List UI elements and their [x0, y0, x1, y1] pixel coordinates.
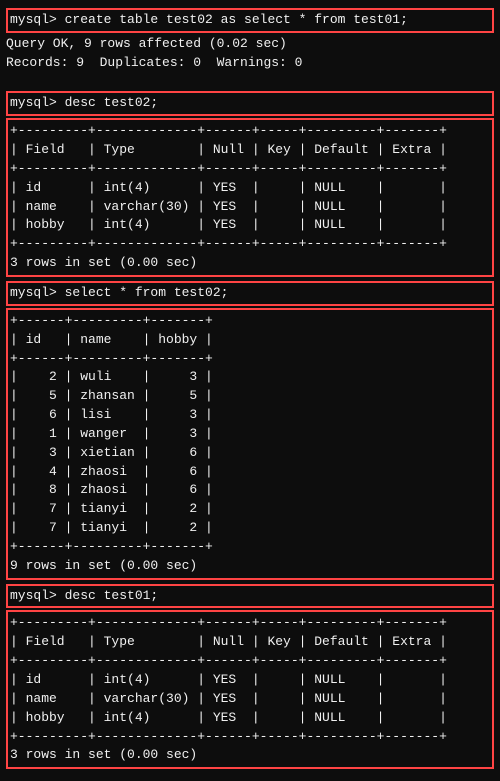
- sel02-sep3: +------+---------+-------+: [10, 538, 490, 557]
- desc02-sep1: +---------+-------------+------+-----+--…: [10, 122, 490, 141]
- sel02-footer: 9 rows in set (0.00 sec): [10, 557, 490, 576]
- result-line-2: Records: 9 Duplicates: 0 Warnings: 0: [6, 54, 494, 73]
- desc02-row-1: | id | int(4) | YES | | NULL | |: [10, 179, 490, 198]
- desc01-row-1: | id | int(4) | YES | | NULL | |: [10, 671, 490, 690]
- sel02-row-8: | 7 | tianyi | 2 |: [10, 500, 490, 519]
- result-line-1: Query OK, 9 rows affected (0.02 sec): [6, 35, 494, 54]
- desc01-sep1: +---------+-------------+------+-----+--…: [10, 614, 490, 633]
- desc02-footer: 3 rows in set (0.00 sec): [10, 254, 490, 273]
- cmd-line-2: mysql> desc test02;: [10, 94, 490, 113]
- desc01-row-3: | hobby | int(4) | YES | | NULL | |: [10, 709, 490, 728]
- select-test02-cmd: mysql> select * from test02;: [6, 281, 494, 306]
- cmd-line-4: mysql> desc test01;: [10, 587, 490, 606]
- select-test02-table: +------+---------+-------+ | id | name |…: [6, 308, 494, 580]
- desc02-sep2: +---------+-------------+------+-----+--…: [10, 160, 490, 179]
- sel02-row-5: | 3 | xietian | 6 |: [10, 444, 490, 463]
- desc02-row-2: | name | varchar(30) | YES | | NULL | |: [10, 198, 490, 217]
- desc-test02-table: +---------+-------------+------+-----+--…: [6, 118, 494, 277]
- desc-test02-cmd: mysql> desc test02;: [6, 91, 494, 116]
- sel02-row-7: | 8 | zhaosi | 6 |: [10, 481, 490, 500]
- cmd-line-3: mysql> select * from test02;: [10, 284, 490, 303]
- terminal: mysql> create table test02 as select * f…: [6, 8, 494, 769]
- sel02-row-4: | 1 | wanger | 3 |: [10, 425, 490, 444]
- desc-test01-cmd: mysql> desc test01;: [6, 584, 494, 609]
- sel02-sep1: +------+---------+-------+: [10, 312, 490, 331]
- desc01-footer: 3 rows in set (0.00 sec): [10, 746, 490, 765]
- sel02-header: | id | name | hobby |: [10, 331, 490, 350]
- desc01-sep2: +---------+-------------+------+-----+--…: [10, 652, 490, 671]
- desc01-row-2: | name | varchar(30) | YES | | NULL | |: [10, 690, 490, 709]
- sel02-row-9: | 7 | tianyi | 2 |: [10, 519, 490, 538]
- sel02-sep2: +------+---------+-------+: [10, 350, 490, 369]
- desc01-header: | Field | Type | Null | Key | Default | …: [10, 633, 490, 652]
- create-table-cmd: mysql> create table test02 as select * f…: [6, 8, 494, 33]
- sel02-row-6: | 4 | zhaosi | 6 |: [10, 463, 490, 482]
- sel02-row-1: | 2 | wuli | 3 |: [10, 368, 490, 387]
- desc02-row-3: | hobby | int(4) | YES | | NULL | |: [10, 216, 490, 235]
- sel02-row-2: | 5 | zhansan | 5 |: [10, 387, 490, 406]
- cmd-line-1: mysql> create table test02 as select * f…: [10, 11, 490, 30]
- sel02-row-3: | 6 | lisi | 3 |: [10, 406, 490, 425]
- desc-test01-table: +---------+-------------+------+-----+--…: [6, 610, 494, 769]
- desc01-sep3: +---------+-------------+------+-----+--…: [10, 728, 490, 747]
- desc02-sep3: +---------+-------------+------+-----+--…: [10, 235, 490, 254]
- desc02-header: | Field | Type | Null | Key | Default | …: [10, 141, 490, 160]
- spacer-1: [6, 73, 494, 92]
